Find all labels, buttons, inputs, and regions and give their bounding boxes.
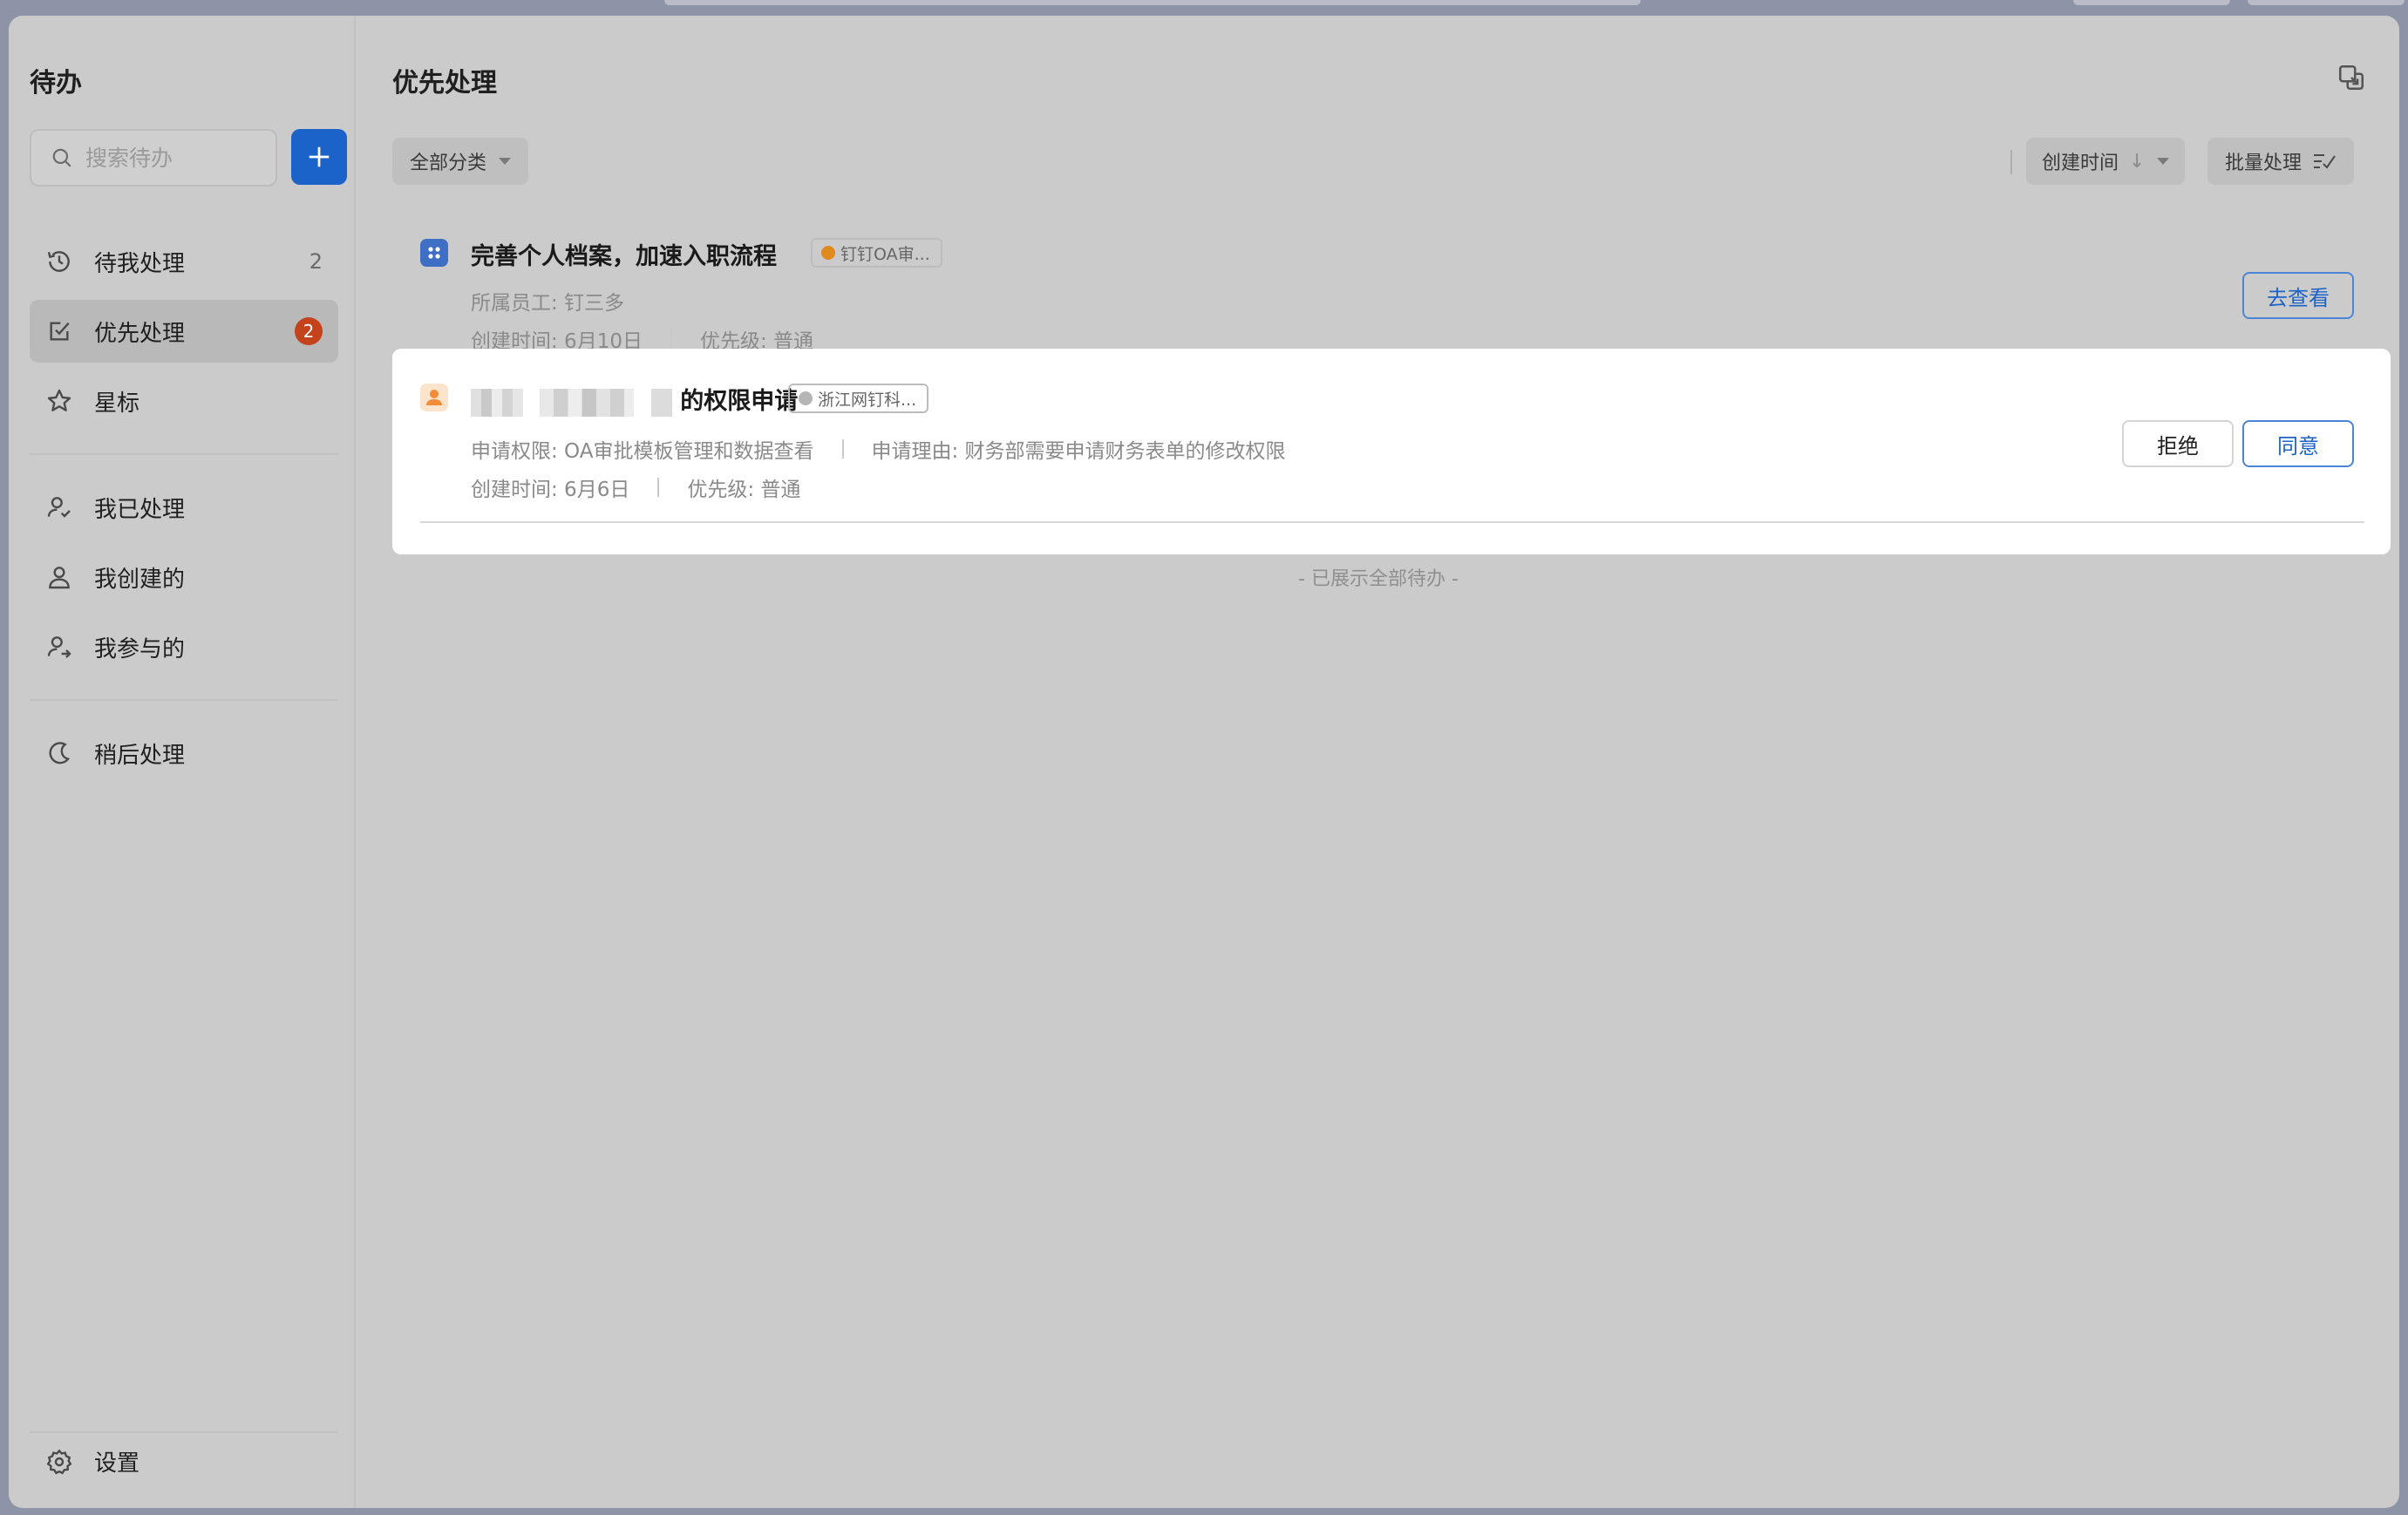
sidebar-item-label: 我已处理 bbox=[94, 496, 186, 523]
clock-history-icon bbox=[47, 251, 70, 272]
settings-button[interactable]: 设置 bbox=[30, 1445, 139, 1478]
todo-meta: 申请权限: OA审批模板管理和数据查看 申请理由: 财务部需要申请财务表单的修改… bbox=[471, 434, 1286, 464]
plus-icon bbox=[309, 146, 330, 167]
page-title: 优先处理 bbox=[392, 68, 497, 99]
arrow-down-icon: ↓ bbox=[2129, 150, 2146, 173]
org-badge-icon bbox=[799, 391, 813, 405]
todo-card[interactable]: 完善个人档案，加速入职流程 钉钉OA审... 所属员工: 钉三多 创建时间: 6… bbox=[392, 213, 2391, 378]
requested-permission: 申请权限: OA审批模板管理和数据查看 bbox=[471, 440, 814, 463]
user-avatar-icon bbox=[420, 384, 448, 411]
source-tag-label: 钉钉OA审... bbox=[840, 244, 930, 264]
redacted-name bbox=[650, 388, 672, 417]
moon-clock-icon bbox=[49, 742, 71, 764]
search-input[interactable] bbox=[85, 145, 260, 171]
caret-down-icon bbox=[499, 158, 512, 165]
sidebar-item-pending[interactable]: 待我处理 2 bbox=[30, 230, 338, 293]
approve-button[interactable]: 同意 bbox=[2242, 420, 2354, 467]
card-divider bbox=[420, 521, 2364, 523]
priority-level: 优先级: 普通 bbox=[687, 479, 801, 501]
sort-by-created-dropdown[interactable]: 创建时间 ↓ bbox=[2026, 138, 2186, 185]
redacted-name bbox=[540, 388, 635, 417]
view-button[interactable]: 去查看 bbox=[2242, 272, 2354, 319]
user-check-icon bbox=[47, 497, 71, 518]
request-reason: 申请理由: 财务部需要申请财务表单的修改权限 bbox=[871, 440, 1286, 463]
caret-down-icon bbox=[2157, 158, 2170, 165]
meta-separator bbox=[670, 329, 672, 349]
employee-info: 所属员工: 钉三多 bbox=[471, 292, 625, 315]
source-tag-label: 浙江网钉科... bbox=[818, 390, 917, 410]
created-time: 创建时间: 6月6日 bbox=[471, 479, 630, 501]
sidebar-item-handled[interactable]: 我已处理 bbox=[30, 476, 338, 539]
todo-meta: 创建时间: 6月6日 优先级: 普通 bbox=[471, 472, 800, 502]
priority-badge: 2 bbox=[295, 317, 323, 345]
search-icon bbox=[52, 148, 71, 167]
sidebar: 待办 待我处理 2 优先处理 2 星标 我已处理 bbox=[9, 16, 356, 1508]
top-tab-bar bbox=[664, 0, 1641, 5]
sidebar-title: 待办 bbox=[30, 68, 82, 99]
redacted-name bbox=[471, 388, 523, 417]
batch-label: 批量处理 bbox=[2225, 153, 2303, 174]
todo-title-suffix: 的权限申请 bbox=[680, 388, 799, 415]
add-todo-button[interactable] bbox=[291, 129, 347, 185]
sidebar-item-participated[interactable]: 我参与的 bbox=[30, 615, 338, 678]
user-icon bbox=[49, 567, 70, 589]
sidebar-divider bbox=[30, 453, 338, 455]
sidebar-item-label: 星标 bbox=[94, 390, 140, 417]
popout-window-icon[interactable] bbox=[2337, 63, 2366, 92]
checklist-icon bbox=[50, 322, 70, 341]
top-control bbox=[2073, 0, 2230, 5]
sidebar-item-priority[interactable]: 优先处理 2 bbox=[30, 300, 338, 363]
top-control bbox=[2248, 0, 2405, 5]
settings-label: 设置 bbox=[94, 1450, 140, 1477]
toolbar-separator bbox=[2010, 150, 2012, 174]
user-share-icon bbox=[47, 636, 71, 658]
gear-icon bbox=[46, 1449, 72, 1474]
sidebar-item-label: 稍后处理 bbox=[94, 742, 186, 769]
meta-separator bbox=[841, 439, 844, 459]
reject-button[interactable]: 拒绝 bbox=[2122, 420, 2234, 467]
source-tag: 钉钉OA审... bbox=[811, 238, 942, 268]
list-check-icon bbox=[2314, 154, 2336, 169]
source-tag: 浙江网钉科... bbox=[788, 384, 929, 413]
category-filter-dropdown[interactable]: 全部分类 bbox=[392, 138, 529, 185]
batch-process-button[interactable]: 批量处理 bbox=[2207, 138, 2355, 185]
category-filter-label: 全部分类 bbox=[410, 153, 487, 174]
todo-window: 待办 待我处理 2 优先处理 2 星标 我已处理 bbox=[9, 16, 2399, 1508]
search-box[interactable] bbox=[30, 129, 277, 187]
sidebar-item-later[interactable]: 稍后处理 bbox=[30, 722, 338, 785]
todo-card[interactable]: 的权限申请 浙江网钉科... 申请权限: OA审批模板管理和数据查看 申请理由:… bbox=[392, 349, 2391, 554]
sidebar-item-created[interactable]: 我创建的 bbox=[30, 546, 338, 608]
meta-separator bbox=[657, 478, 660, 497]
todo-title[interactable]: 的权限申请 bbox=[471, 382, 798, 417]
sidebar-item-label: 我创建的 bbox=[94, 566, 186, 593]
sidebar-item-label: 我参与的 bbox=[94, 635, 186, 662]
end-of-list-note: - 已展示全部待办 - bbox=[1298, 568, 1459, 590]
star-icon bbox=[47, 389, 71, 411]
todo-title[interactable]: 完善个人档案，加速入职流程 bbox=[471, 237, 777, 271]
sidebar-item-label: 优先处理 bbox=[94, 320, 186, 347]
todo-meta: 所属员工: 钉三多 bbox=[471, 286, 624, 316]
sidebar-item-starred[interactable]: 星标 bbox=[30, 370, 338, 432]
pending-count: 2 bbox=[309, 249, 323, 274]
sidebar-item-label: 待我处理 bbox=[94, 250, 186, 277]
sort-label: 创建时间 bbox=[2042, 153, 2119, 174]
app-grid-icon bbox=[420, 239, 448, 267]
main-panel: 优先处理 全部分类 创建时间 ↓ 批量处理 完善个人档案，加速入职流程 钉钉OA… bbox=[357, 16, 2399, 1508]
sidebar-divider bbox=[30, 699, 338, 701]
sidebar-divider bbox=[30, 1431, 338, 1433]
verified-badge-icon bbox=[821, 246, 835, 260]
